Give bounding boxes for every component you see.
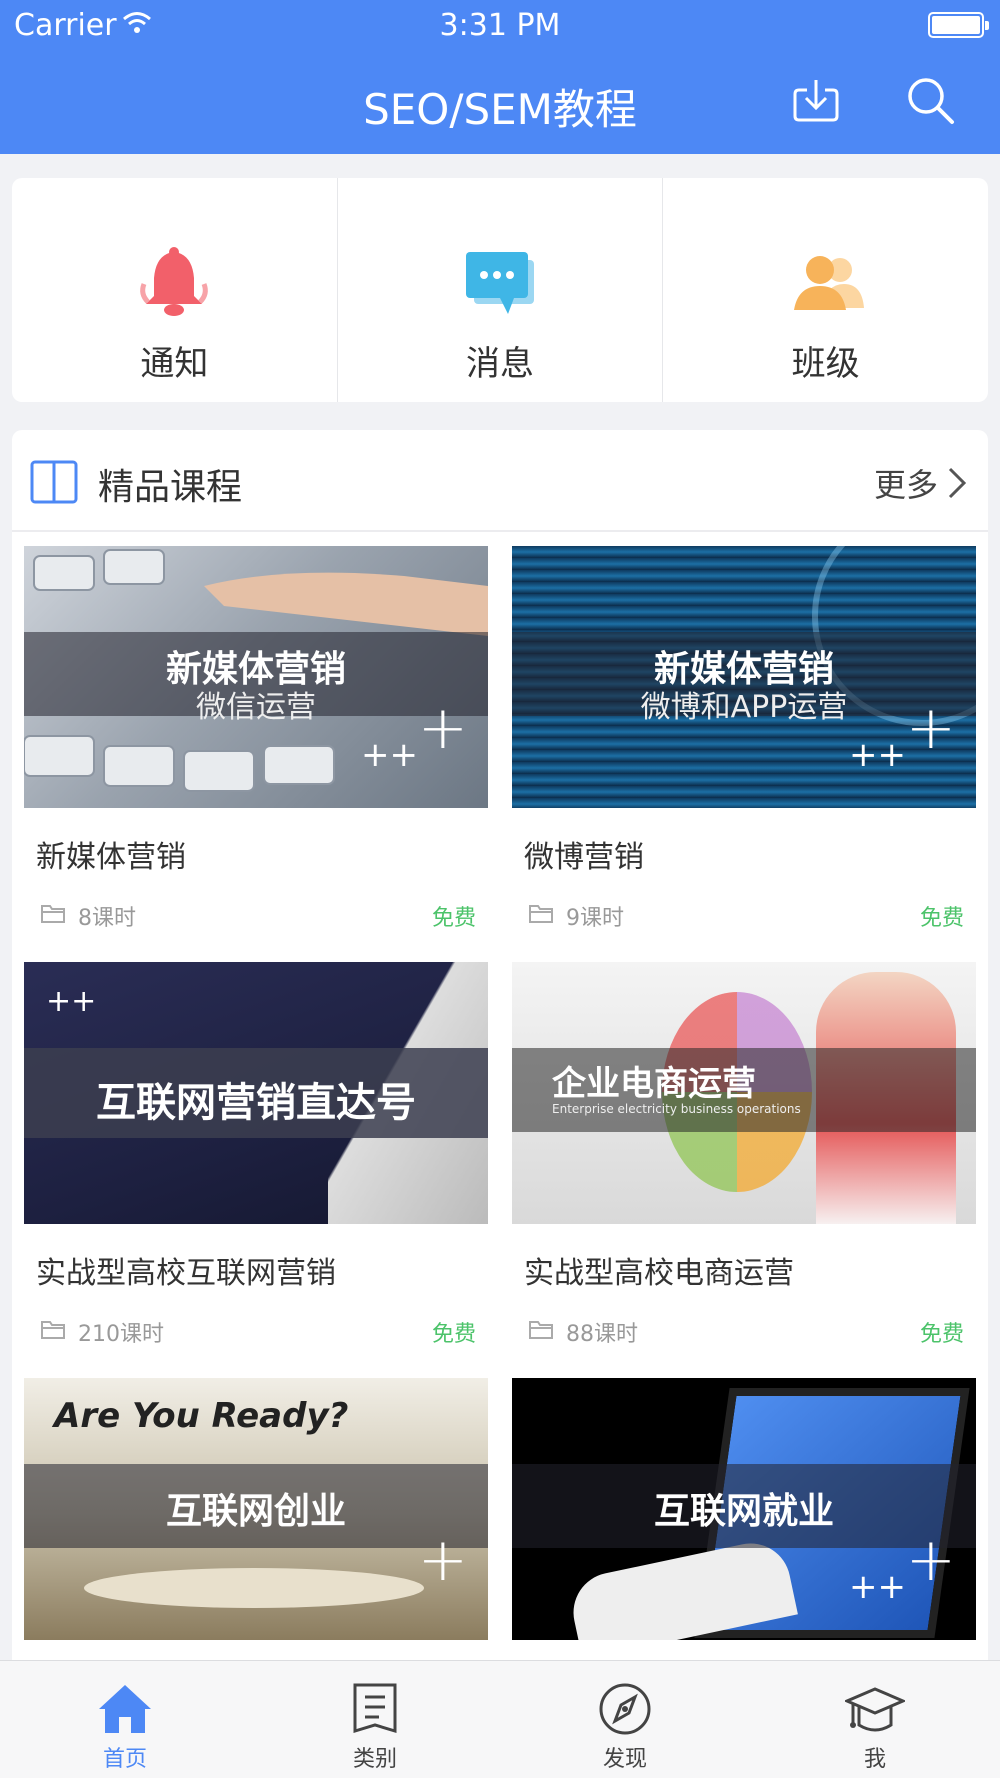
- course-meta: 88课时 免费: [512, 1314, 976, 1348]
- quick-item-class[interactable]: 班级: [662, 178, 988, 402]
- quick-item-notice[interactable]: 通知: [12, 178, 337, 402]
- featured-courses: 精品课程 更多 新媒体营销 微信运营 + ++ 新媒体营销 8课时 免费 新媒体…: [12, 430, 988, 1660]
- download-icon[interactable]: [789, 74, 843, 128]
- home-icon: [99, 1685, 151, 1733]
- plus-decoration: +: [417, 1525, 468, 1595]
- app-header: Carrier 3:31 PM SEO/SEM教程: [0, 0, 1000, 154]
- search-icon[interactable]: [904, 74, 958, 128]
- status-time: 3:31 PM: [439, 8, 561, 43]
- compass-icon: [599, 1683, 651, 1735]
- lesson-count: 88课时: [566, 1322, 638, 1347]
- course-meta: 9课时 免费: [512, 898, 976, 932]
- price-badge: 免费: [919, 1322, 964, 1347]
- plus-decoration: +: [905, 1525, 956, 1595]
- chat-icon: [466, 252, 534, 314]
- tab-label: 类别: [352, 1747, 397, 1772]
- course-thumbnail: 新媒体营销 微信运营 + ++: [24, 546, 488, 808]
- course-card[interactable]: ++ 互联网营销直达号 实战型高校互联网营销 210课时 免费: [24, 962, 488, 1348]
- course-thumbnail: ++ 互联网营销直达号: [24, 962, 488, 1224]
- tab-label: 我: [863, 1747, 886, 1772]
- quick-actions: 通知 消息 班级: [12, 178, 988, 402]
- course-meta: 8课时 免费: [24, 898, 488, 932]
- quick-label-message: 消息: [466, 344, 534, 384]
- price-badge: 免费: [431, 906, 476, 931]
- quick-item-message[interactable]: 消息: [336, 178, 663, 402]
- status-bar: Carrier 3:31 PM: [0, 0, 1000, 50]
- course-card[interactable]: 互联网就业 + ++: [512, 1378, 976, 1640]
- battery-icon: [928, 12, 989, 38]
- tab-discover[interactable]: 发现: [500, 1661, 750, 1778]
- tab-bar: 首页 类别 发现 我: [0, 1660, 1000, 1778]
- tab-category[interactable]: 类别: [250, 1661, 500, 1778]
- thumb-subtitle: Enterprise electricity business operatio…: [552, 1102, 801, 1116]
- folder-icon: [529, 1321, 553, 1339]
- plus-decoration: +: [417, 693, 468, 763]
- section-header: 精品课程 更多: [12, 430, 988, 532]
- thumb-title: 企业电商运营: [552, 1064, 756, 1104]
- course-meta: 210课时 免费: [24, 1314, 488, 1348]
- course-name: 实战型高校互联网营销: [36, 1256, 336, 1291]
- page-title: SEO/SEM教程: [363, 85, 637, 134]
- more-label: 更多: [873, 466, 938, 504]
- price-badge: 免费: [431, 1322, 476, 1347]
- tab-label: 首页: [102, 1747, 147, 1772]
- folder-icon: [41, 905, 65, 923]
- tab-me[interactable]: 我: [750, 1661, 1000, 1778]
- course-thumbnail: Are You Ready? 互联网创业 +: [24, 1378, 488, 1640]
- folder-icon: [529, 905, 553, 923]
- course-card[interactable]: 新媒体营销 微信运营 + ++ 新媒体营销 8课时 免费: [24, 546, 488, 932]
- plus-decoration: ++: [46, 984, 97, 1019]
- course-name: 实战型高校电商运营: [524, 1256, 794, 1291]
- course-name: 微博营销: [524, 840, 644, 875]
- thumb-title: 互联网营销直达号: [96, 1080, 416, 1126]
- course-thumbnail: 企业电商运营 Enterprise electricity business o…: [512, 962, 976, 1224]
- section-title: 精品课程: [98, 467, 243, 508]
- folder-icon: [41, 1321, 65, 1339]
- course-thumbnail: 新媒体营销 微博和APP运营 + ++: [512, 546, 976, 808]
- chevron-right-icon: [948, 467, 967, 499]
- thumb-subtitle: Are You Ready?: [54, 1396, 349, 1436]
- table-graphic: [84, 1568, 424, 1608]
- group-icon: [793, 256, 864, 310]
- tab-home[interactable]: 首页: [0, 1661, 250, 1778]
- plus-decoration: ++: [849, 1567, 906, 1607]
- price-badge: 免费: [919, 906, 964, 931]
- lesson-count: 9课时: [566, 906, 624, 931]
- plus-decoration: ++: [361, 735, 418, 775]
- book-icon: [30, 460, 78, 504]
- plus-decoration: ++: [849, 735, 906, 775]
- tab-label: 发现: [602, 1747, 647, 1772]
- course-name: 新媒体营销: [36, 840, 186, 875]
- lesson-count: 210课时: [78, 1322, 164, 1347]
- quick-label-notice: 通知: [140, 344, 209, 384]
- course-card[interactable]: Are You Ready? 互联网创业 +: [24, 1378, 488, 1640]
- more-link[interactable]: 更多: [874, 460, 968, 506]
- graduation-cap-icon: [845, 1687, 905, 1732]
- bell-icon: [140, 247, 209, 316]
- course-card[interactable]: 企业电商运营 Enterprise electricity business o…: [512, 962, 976, 1348]
- list-icon: [353, 1683, 397, 1734]
- course-thumbnail: 互联网就业 + ++: [512, 1378, 976, 1640]
- quick-label-class: 班级: [791, 344, 860, 384]
- lesson-count: 8课时: [78, 906, 136, 931]
- plus-decoration: +: [905, 693, 956, 763]
- course-card[interactable]: 新媒体营销 微博和APP运营 + ++ 微博营销 9课时 免费: [512, 546, 976, 932]
